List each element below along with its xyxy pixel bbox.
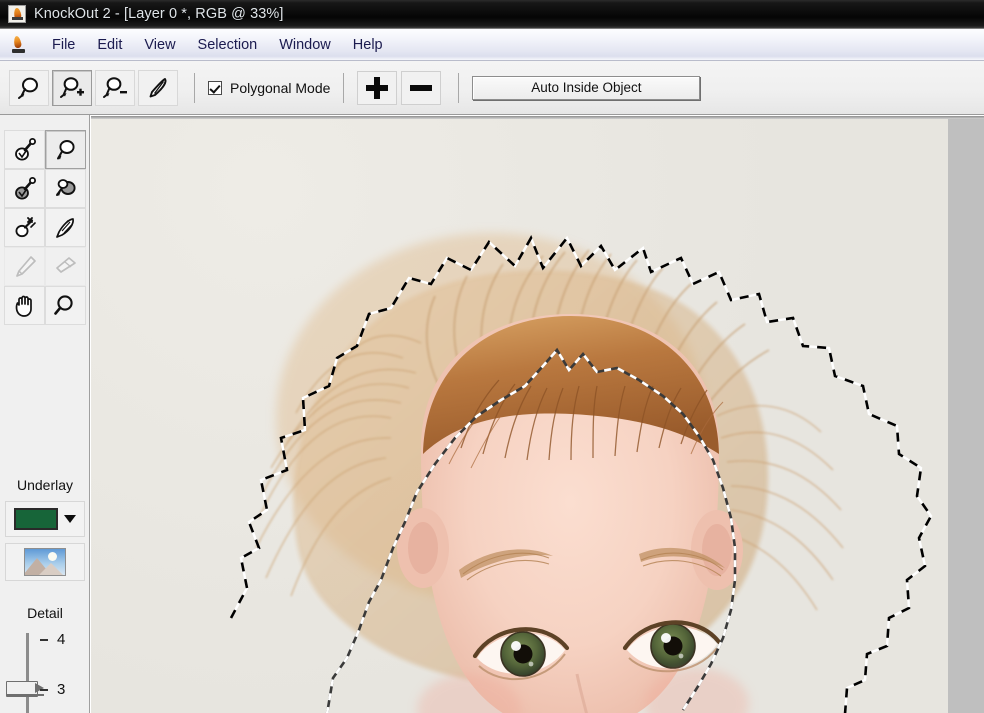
polygonal-mode-checkbox[interactable]: Polygonal Mode (208, 80, 330, 96)
canvas-top-edge (91, 116, 984, 119)
menu-item-edit[interactable]: Edit (86, 34, 133, 56)
feather-tool-button[interactable] (45, 208, 86, 247)
feather-icon (55, 217, 74, 238)
hand-tool-button[interactable] (4, 286, 45, 325)
app-flame-icon (8, 5, 26, 23)
portrait-artwork (229, 233, 933, 713)
detail-slider[interactable]: 4 3 2 1 (0, 627, 90, 713)
brush-tool-button[interactable] (4, 247, 45, 286)
chevron-down-icon[interactable] (64, 515, 76, 523)
plus-icon (366, 76, 389, 99)
baby-portrait-image[interactable] (91, 118, 948, 713)
underlay-color-control[interactable] (5, 501, 85, 537)
detail-tick-4[interactable]: 4 (40, 631, 86, 648)
options-toolbar: Polygonal Mode Auto Inside Object (0, 61, 984, 115)
eraser-tool-button[interactable] (45, 247, 86, 286)
auto-inside-object-button[interactable]: Auto Inside Object (472, 75, 701, 100)
zoom-in-button[interactable] (357, 70, 398, 105)
underlay-image-button[interactable] (5, 543, 85, 581)
menu-bar: File Edit View Selection Window Help (0, 29, 984, 61)
eraser-icon (55, 256, 76, 273)
minus-icon (410, 77, 433, 99)
outside-shadow-tool-button[interactable] (45, 169, 86, 208)
menu-item-help[interactable]: Help (342, 34, 394, 56)
menu-flame-icon[interactable] (10, 35, 29, 54)
image-thumbnail-icon (24, 548, 66, 576)
zoom-tool-button[interactable] (45, 286, 86, 325)
document-canvas[interactable] (91, 116, 984, 713)
detail-slider-track[interactable] (26, 633, 29, 713)
lasso-tool-button[interactable] (9, 69, 49, 106)
detail-label: Detail (27, 605, 63, 621)
toolbar-separator-1 (194, 72, 195, 103)
magnifier-icon (53, 294, 73, 315)
outside-object-tool-button[interactable] (45, 130, 86, 169)
detail-tick-3[interactable]: 3 (40, 681, 86, 698)
toolbar-separator-3 (458, 72, 460, 103)
inside-object-tool-button[interactable] (4, 130, 45, 169)
lasso-add-tool-button[interactable] (52, 69, 92, 106)
menu-item-view[interactable]: View (133, 34, 186, 56)
tool-palette-panel: Underlay Detail 4 3 2 1 (0, 115, 90, 713)
detail-tick-3-label: 3 (57, 681, 66, 698)
knockout-application-window: KnockOut 2 - [Layer 0 *, RGB @ 33%] File… (0, 0, 984, 713)
underlay-label: Underlay (16, 477, 74, 493)
tool-palette-grid (4, 130, 86, 325)
zoom-out-button[interactable] (401, 70, 442, 105)
brush-icon (15, 255, 36, 277)
lasso-icon (18, 77, 38, 99)
lasso-gray-icon (55, 178, 76, 196)
detail-tick-4-label: 4 (57, 631, 66, 648)
knife-tool-button[interactable] (138, 69, 178, 106)
lasso-minus-icon (103, 76, 127, 98)
menu-item-file[interactable]: File (41, 34, 86, 56)
inside-shadow-tool-button[interactable] (4, 169, 45, 208)
checkbox-check-icon[interactable] (208, 80, 222, 95)
canvas-right-gutter (948, 116, 984, 713)
knife-icon (149, 77, 167, 97)
polygonal-mode-label: Polygonal Mode (230, 79, 331, 96)
window-title: KnockOut 2 - [Layer 0 *, RGB @ 33%] (34, 6, 284, 22)
inject-icon (15, 216, 36, 237)
hand-icon (15, 295, 32, 317)
underlay-color-swatch[interactable] (14, 508, 58, 530)
menu-item-window[interactable]: Window (268, 34, 342, 56)
title-bar: KnockOut 2 - [Layer 0 *, RGB @ 33%] (0, 0, 984, 29)
syringe-white-icon (14, 137, 36, 160)
lasso-plus-icon (60, 76, 84, 98)
inject-tool-button[interactable] (4, 208, 45, 247)
lasso-subtract-tool-button[interactable] (95, 69, 135, 106)
toolbar-separator-2 (343, 72, 345, 103)
lasso-white-icon (56, 139, 75, 159)
menu-item-selection[interactable]: Selection (187, 34, 269, 56)
syringe-gray-icon (14, 176, 36, 199)
